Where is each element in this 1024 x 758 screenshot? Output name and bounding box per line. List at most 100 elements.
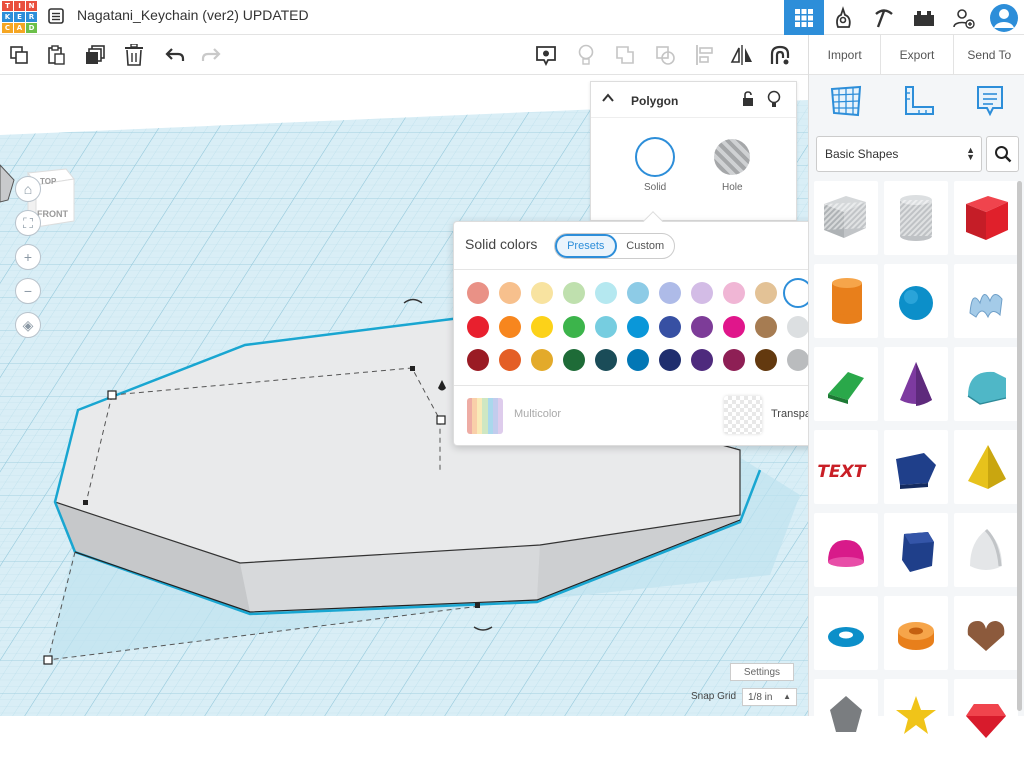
shape-polyhedron[interactable] (884, 513, 948, 587)
color-swatch[interactable] (627, 315, 649, 338)
duplicate-icon[interactable] (83, 42, 109, 68)
color-swatch[interactable] (691, 349, 713, 371)
color-swatch[interactable] (467, 282, 489, 304)
workplane-icon[interactable] (829, 84, 863, 123)
home-view-icon[interactable]: ⌂ (15, 176, 41, 202)
menu-list-icon[interactable] (47, 7, 65, 25)
color-swatch[interactable] (563, 282, 585, 304)
delete-icon[interactable] (121, 42, 147, 68)
color-swatch[interactable] (499, 315, 521, 338)
import-button[interactable]: Import (809, 35, 880, 74)
group-icon[interactable] (612, 42, 638, 68)
shape-cylinder[interactable] (814, 264, 878, 338)
shape-torus[interactable] (814, 596, 878, 670)
color-swatch[interactable] (531, 282, 553, 304)
shape-cylinder-hole[interactable] (884, 181, 948, 255)
design-title[interactable]: Nagatani_Keychain (ver2) UPDATED (77, 7, 309, 23)
color-swatch[interactable] (531, 349, 553, 371)
shape-polygon[interactable] (884, 430, 948, 504)
settings-button[interactable]: Settings (730, 663, 794, 681)
copy-icon[interactable] (6, 42, 32, 68)
notes-icon[interactable] (975, 84, 1005, 123)
color-swatch[interactable] (723, 282, 745, 304)
color-swatch[interactable] (627, 349, 649, 371)
color-swatch[interactable] (467, 349, 489, 371)
transparent-swatch[interactable] (724, 396, 762, 434)
color-swatch[interactable] (755, 282, 777, 304)
tinkercad-logo[interactable]: TIN KER CAD (2, 1, 37, 33)
color-swatch[interactable] (723, 315, 745, 338)
snap-grid-select[interactable]: 1/8 in ▲ (742, 688, 797, 706)
fit-view-icon[interactable]: ⛶ (15, 210, 41, 236)
color-swatch[interactable] (595, 349, 617, 371)
color-swatch[interactable] (723, 349, 745, 371)
align-icon[interactable] (691, 42, 717, 68)
color-swatch[interactable] (467, 315, 489, 338)
search-icon[interactable] (986, 136, 1019, 172)
grid-view-icon[interactable] (784, 0, 824, 35)
bricks-icon[interactable] (904, 0, 944, 35)
color-swatch[interactable] (563, 349, 585, 371)
shape-icosahedron[interactable] (814, 679, 878, 753)
shape-pyramid[interactable] (954, 430, 1018, 504)
perspective-icon[interactable]: ◈ (15, 312, 41, 338)
shape-heart[interactable] (954, 596, 1018, 670)
shape-box-hole[interactable] (814, 181, 878, 255)
shape-cone[interactable] (884, 347, 948, 421)
gallery-icon[interactable] (824, 0, 864, 35)
shape-half-sphere[interactable] (814, 513, 878, 587)
color-swatch[interactable] (627, 282, 649, 304)
ruler-icon[interactable] (902, 84, 936, 123)
undo-icon[interactable] (162, 42, 188, 68)
avatar-icon[interactable] (984, 0, 1024, 35)
notes-icon[interactable] (533, 42, 559, 68)
shape-star[interactable] (884, 679, 948, 753)
pickaxe-icon[interactable] (864, 0, 904, 35)
zoom-in-icon[interactable]: + (15, 244, 41, 270)
tab-custom[interactable]: Custom (617, 234, 675, 258)
color-swatch[interactable] (787, 349, 809, 371)
color-swatch[interactable] (499, 349, 521, 371)
paste-icon[interactable] (43, 42, 69, 68)
color-swatch[interactable] (531, 315, 553, 338)
mirror-icon[interactable] (729, 42, 755, 68)
color-swatch[interactable] (499, 282, 521, 304)
color-swatch[interactable] (691, 282, 713, 304)
shape-box[interactable] (954, 181, 1018, 255)
color-swatch[interactable] (563, 315, 585, 338)
light-icon[interactable] (573, 42, 599, 68)
add-user-icon[interactable] (944, 0, 984, 35)
cruise-icon[interactable] (767, 42, 793, 68)
send-to-button[interactable]: Send To (952, 35, 1024, 74)
color-swatch[interactable] (755, 349, 777, 371)
visibility-bulb-icon[interactable] (767, 90, 781, 113)
hole-swatch[interactable] (714, 139, 750, 175)
color-swatch[interactable] (691, 315, 713, 338)
shape-category-select[interactable]: Basic Shapes ▲ ▼ (816, 136, 982, 172)
redo-icon[interactable] (198, 42, 224, 68)
shape-roof[interactable] (814, 347, 878, 421)
shape-text[interactable]: TEXT (814, 430, 878, 504)
ungroup-icon[interactable] (652, 42, 678, 68)
color-swatch[interactable] (659, 315, 681, 338)
solid-swatch[interactable] (635, 137, 675, 177)
color-swatch[interactable] (659, 349, 681, 371)
shape-gem[interactable] (954, 679, 1018, 753)
tab-presets[interactable]: Presets (555, 234, 617, 258)
shape-scribble[interactable] (954, 264, 1018, 338)
collapse-chevron-icon[interactable] (601, 91, 615, 110)
zoom-out-icon[interactable]: − (15, 278, 41, 304)
export-button[interactable]: Export (880, 35, 952, 74)
color-swatch[interactable] (755, 315, 777, 338)
color-swatch[interactable] (787, 315, 809, 338)
color-swatch[interactable] (595, 315, 617, 338)
color-swatch[interactable] (659, 282, 681, 304)
lock-icon[interactable] (741, 91, 755, 112)
shape-round-roof[interactable] (954, 347, 1018, 421)
color-swatch[interactable] (595, 282, 617, 304)
shape-paraboloid[interactable] (954, 513, 1018, 587)
shape-sphere[interactable] (884, 264, 948, 338)
multicolor-swatch[interactable] (467, 398, 503, 434)
shapes-scrollbar[interactable] (1017, 181, 1022, 711)
shape-tube[interactable] (884, 596, 948, 670)
